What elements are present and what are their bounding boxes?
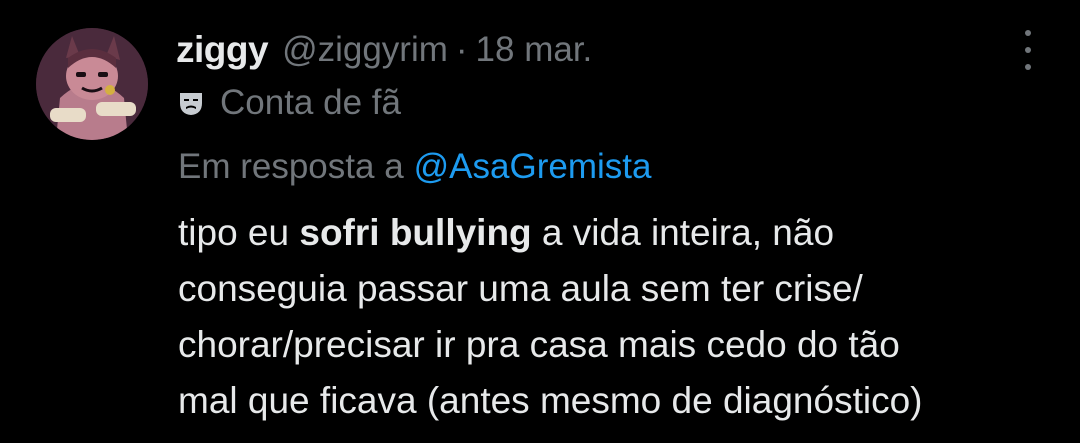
tweet-line-1: tipo eu sofri bullying a vida inteira, n… bbox=[178, 205, 1058, 261]
tweet-line-2: conseguia passar uma aula sem ter crise/ bbox=[178, 268, 863, 309]
more-dot-icon bbox=[1025, 64, 1031, 70]
theater-mask-icon bbox=[180, 93, 202, 115]
account-label-text: Conta de fã bbox=[220, 83, 401, 122]
display-name[interactable]: ziggy bbox=[176, 29, 269, 71]
tweet-text: tipo eu sofri bullying a vida inteira, n… bbox=[178, 205, 1058, 429]
tweet-text-bold: sofri bullying bbox=[299, 212, 532, 253]
tweet-line-3: chorar/precisar ir pra casa mais cedo do… bbox=[178, 324, 900, 365]
avatar[interactable] bbox=[36, 28, 148, 140]
reply-mention-link[interactable]: @AsaGremista bbox=[414, 147, 652, 187]
tweet-text-segment: a vida inteira, não bbox=[531, 212, 835, 253]
reply-prefix: Em resposta a bbox=[178, 147, 404, 186]
more-options-button[interactable] bbox=[1016, 30, 1040, 70]
user-handle[interactable]: @ziggyrim bbox=[282, 30, 448, 70]
tweet-text-segment: tipo eu bbox=[178, 212, 300, 253]
tweet-header: ziggy @ziggyrim · 18 mar. bbox=[176, 24, 592, 76]
account-label: Conta de fã bbox=[178, 80, 401, 126]
cartoon-character-avatar-icon bbox=[36, 28, 148, 140]
tweet-date[interactable]: 18 mar. bbox=[476, 30, 593, 70]
more-dot-icon bbox=[1025, 47, 1031, 53]
separator-dot: · bbox=[455, 30, 468, 69]
tweet-line-4: mal que ficava (antes mesmo de diagnósti… bbox=[178, 380, 923, 421]
reply-context: Em resposta a @AsaGremista bbox=[178, 142, 651, 192]
more-dot-icon bbox=[1025, 30, 1031, 36]
